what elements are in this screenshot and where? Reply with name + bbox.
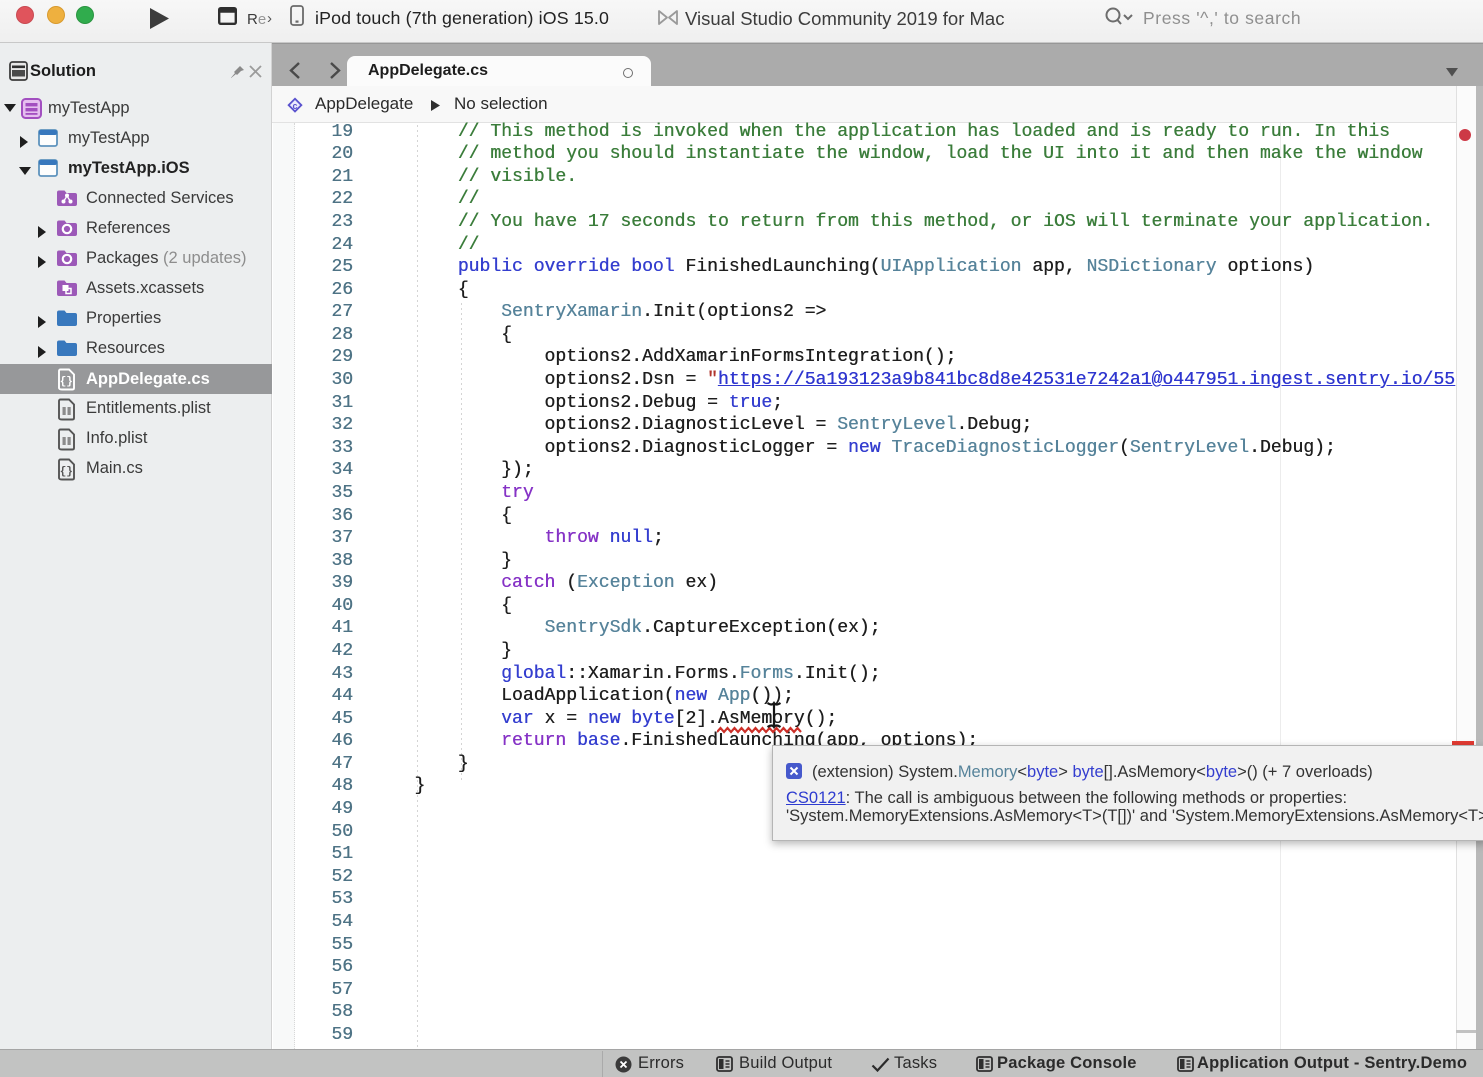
svg-text:{}: {} (60, 376, 73, 388)
svg-text:c: c (292, 101, 297, 111)
